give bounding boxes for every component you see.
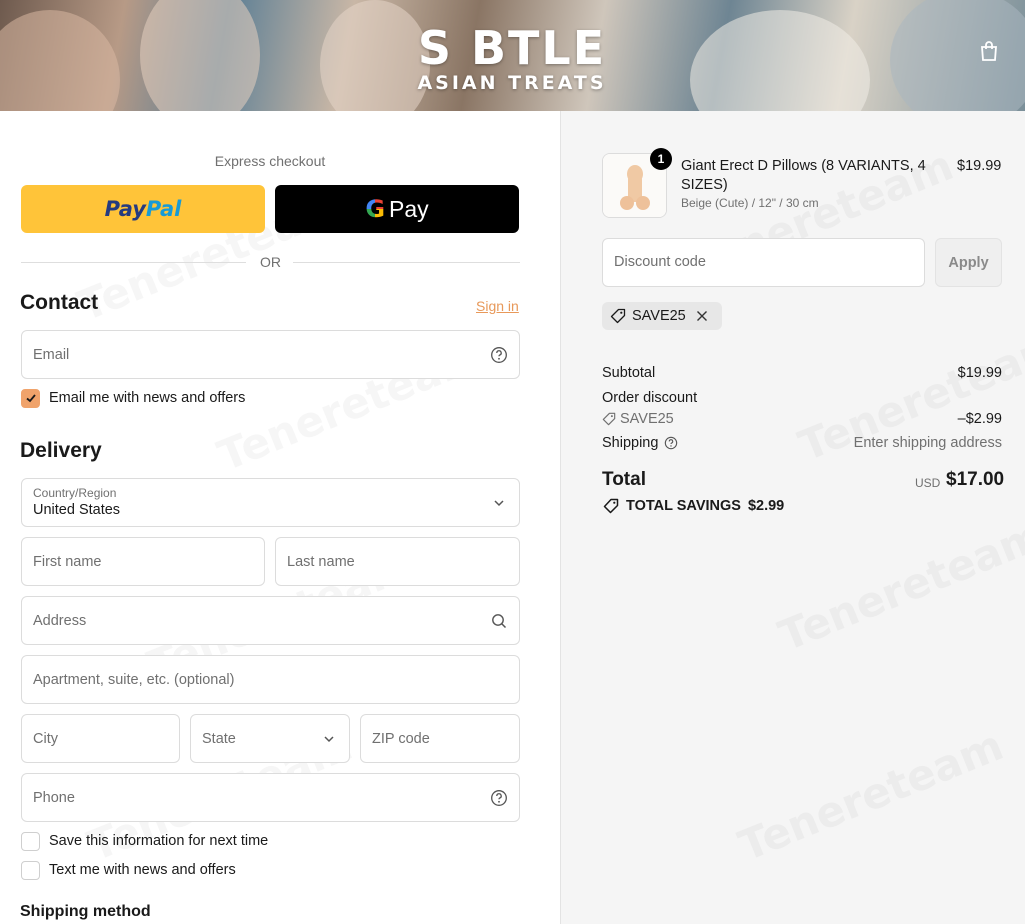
text-offers-checkbox[interactable] [21,860,40,880]
google-pay-button[interactable]: G Pay [275,185,519,233]
total-amount: $17.00 [946,469,1005,490]
order-discount-row: Order discount [602,390,1002,406]
or-label: OR [260,254,281,270]
email-news-option[interactable]: Email me with news and offers [21,388,245,408]
apartment-field[interactable]: Apartment, suite, etc. (optional) [21,655,520,704]
product-variant: Beige (Cute) / 12" / 30 cm [681,196,819,210]
banner-photo-shape [690,10,870,111]
country-label: Country/Region [33,486,117,500]
header-banner: S BTLE ASIAN TREATS [0,0,1025,111]
save-info-checkbox[interactable] [21,831,40,851]
discount-code-placeholder: Discount code [614,254,706,270]
shipping-label-group: Shipping [602,435,678,451]
country-value: United States [33,502,121,518]
first-name-placeholder: First name [33,553,102,570]
zip-placeholder: ZIP code [372,730,430,747]
watermark: Tenereteam [732,720,1010,871]
phone-placeholder: Phone [33,789,75,806]
google-g-icon: G [365,195,386,223]
paypal-logo-part2: Pal [145,197,182,221]
shopping-bag-icon[interactable] [978,40,1000,62]
discount-value: –$2.99 [957,411,1002,427]
subtotal-row: Subtotal $19.99 [602,365,1002,381]
or-divider: OR [21,254,520,272]
shipping-value: Enter shipping address [853,435,1002,451]
text-offers-label: Text me with news and offers [49,862,236,878]
savings-label: TOTAL SAVINGS [626,498,741,514]
applied-discount-code: SAVE25 [632,308,686,324]
tag-icon [602,412,616,426]
contact-heading: Contact [20,291,99,314]
email-field[interactable]: Email [21,330,520,379]
savings-value: $2.99 [747,498,785,514]
chevron-down-icon [494,499,504,506]
save-info-label: Save this information for next time [49,833,269,849]
logo-line1: S BTLE [417,21,607,75]
city-field[interactable]: City [21,714,180,763]
first-name-field[interactable]: First name [21,537,265,586]
country-select[interactable]: Country/Region United States [21,478,520,527]
close-icon[interactable] [696,310,708,322]
order-discount-label: Order discount [602,390,698,406]
text-offers-option[interactable]: Text me with news and offers [21,860,236,880]
paypal-button[interactable]: Pay Pal [21,185,265,233]
address-placeholder: Address [33,612,87,629]
save-info-option[interactable]: Save this information for next time [21,831,268,851]
discount-code-input[interactable]: Discount code [602,238,925,287]
phone-field[interactable]: Phone [21,773,520,822]
last-name-field[interactable]: Last name [275,537,520,586]
search-icon [492,613,507,628]
email-news-checkbox[interactable] [21,388,40,408]
discount-code-detail: SAVE25 [602,411,674,427]
shipping-row: Shipping Enter shipping address [602,435,1002,451]
apply-discount-button[interactable]: Apply [935,238,1002,287]
delivery-heading: Delivery [20,439,102,462]
paypal-logo-part1: Pay [104,197,146,221]
apartment-placeholder: Apartment, suite, etc. (optional) [33,671,235,688]
discount-code-name: SAVE25 [620,411,674,427]
city-placeholder: City [33,730,58,747]
check-icon [25,394,36,403]
last-name-placeholder: Last name [287,553,355,570]
banner-photo-shape [0,10,120,111]
banner-photo-shape [140,0,260,111]
express-checkout-label: Express checkout [214,153,326,169]
watermark: Tenereteam [772,510,1025,661]
checkout-form: Tenereteam Tenereteam Tenereteam Teneret… [0,111,560,924]
quantity-badge: 1 [650,148,672,170]
shipping-label: Shipping [602,435,659,451]
email-news-label: Email me with news and offers [49,390,246,406]
discount-code-row: SAVE25 –$2.99 [602,411,1002,430]
tag-icon [603,498,619,514]
help-circle-icon[interactable] [490,346,508,364]
sign-in-link[interactable]: Sign in [476,298,519,314]
store-logo[interactable]: S BTLE ASIAN TREATS [416,24,608,94]
state-select[interactable]: State [190,714,350,763]
subtotal-value: $19.99 [957,365,1002,381]
banner-photo-shape [320,0,430,111]
google-pay-label: Pay [389,195,429,222]
banner-photo-shape [890,0,1025,111]
shipping-method-heading: Shipping method [20,903,151,920]
product-title: Giant Erect D Pillows (8 VARIANTS, 4 SIZ… [681,158,926,193]
help-circle-icon[interactable] [490,789,508,807]
help-circle-icon[interactable] [664,436,678,450]
subtotal-label: Subtotal [602,365,656,381]
email-placeholder: Email [33,346,70,363]
applied-discount-chip: SAVE25 [602,302,722,330]
logo-line2: ASIAN TREATS [417,72,607,94]
product-price: $19.99 [957,158,1002,174]
address-field[interactable]: Address [21,596,520,645]
tag-icon [610,308,626,324]
chevron-down-icon [324,735,334,742]
total-savings: TOTAL SAVINGS $2.99 [602,498,784,514]
total-currency: USD [915,476,941,490]
order-summary: Tenereteam Tenereteam Tenereteam Teneret… [560,111,1025,924]
zip-field[interactable]: ZIP code [360,714,520,763]
total-label: Total [602,469,646,490]
state-placeholder: State [202,730,236,747]
